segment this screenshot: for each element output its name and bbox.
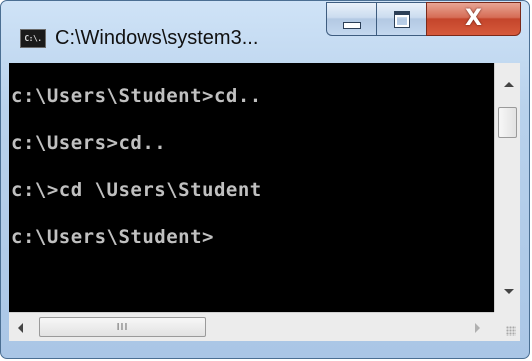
maximize-icon [393, 10, 410, 28]
caption-buttons: X [326, 2, 521, 36]
close-icon: X [465, 6, 482, 31]
vertical-scroll-thumb[interactable] [498, 107, 517, 138]
minimize-button[interactable] [326, 2, 376, 36]
resize-grip-icon [506, 326, 516, 336]
cmd-icon[interactable]: C:\. [20, 29, 46, 48]
grip-icon: III [116, 321, 129, 333]
console-output[interactable]: c:\Users\Student>cd.. c:\Users>cd.. c:\>… [9, 63, 494, 312]
console-line: c:\Users\Student>cd.. [11, 85, 262, 107]
minimize-icon [342, 21, 361, 29]
scroll-left-arrow-icon[interactable] [18, 323, 23, 333]
title-bar[interactable]: C:\. C:\Windows\system3... X [1, 1, 529, 63]
scroll-right-arrow-icon[interactable] [475, 323, 480, 333]
scroll-up-arrow-icon[interactable] [504, 82, 514, 87]
console-line: c:\>cd \Users\Student [11, 179, 262, 201]
maximize-button[interactable] [376, 2, 426, 36]
vertical-scrollbar[interactable] [494, 63, 520, 312]
horizontal-scrollbar[interactable]: III [9, 312, 494, 341]
close-button[interactable]: X [426, 2, 521, 36]
command-prompt-window: C:\. C:\Windows\system3... X c:\Users\St… [0, 0, 530, 359]
scroll-down-arrow-icon[interactable] [504, 289, 514, 294]
window-title: C:\Windows\system3... [55, 27, 259, 49]
horizontal-scroll-thumb[interactable]: III [39, 317, 206, 337]
console-line: c:\Users\Student> [11, 226, 214, 248]
size-grip[interactable] [494, 312, 520, 341]
console-line: c:\Users>cd.. [11, 132, 167, 154]
